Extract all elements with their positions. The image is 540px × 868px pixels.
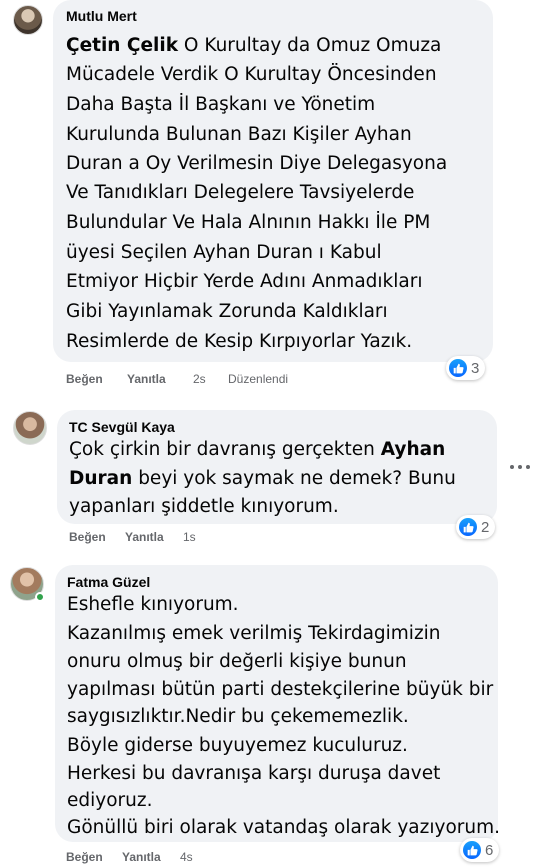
mention-link[interactable]: Ayhan	[381, 439, 446, 460]
comment-text-line: Bulundular Ve Hala Alnının Hakkı İle PM	[66, 212, 431, 233]
comment-text-line: Mücadele Verdik O Kurultay Öncesinden	[66, 64, 437, 85]
like-reaction-icon	[463, 841, 481, 859]
reply-button[interactable]: Yanıtla	[127, 372, 166, 386]
comment-author[interactable]: TC Sevgül Kaya	[69, 419, 175, 435]
comment-text-line: Duran a Oy Verilmesin Diye Delegasyona	[66, 153, 448, 174]
comment-text-line: Çok çirkin bir davranış gerçekten Ayhan	[69, 439, 446, 460]
mention-link[interactable]: Çetin Çelik	[66, 35, 178, 56]
comment-text-line: Eshefle kınıyorum.	[67, 594, 239, 615]
comment-text-line: Gibi Yayınlamak Zorunda Kaldıkları	[66, 301, 388, 322]
more-options-icon[interactable]	[510, 462, 530, 472]
like-button[interactable]: Beğen	[66, 372, 103, 386]
comment-text-line: Ve Tanıdıkları Delegelere Tavsiyelerde	[66, 182, 415, 203]
comment-timestamp[interactable]: 2s	[193, 372, 206, 386]
like-button[interactable]: Beğen	[69, 530, 106, 544]
comment-timestamp[interactable]: 4s	[180, 850, 193, 864]
comment-text-line: Kazanılmış emek verilmiş Tekirdagimizin	[67, 623, 441, 644]
comment-text-line: Herkesi bu davranışa karşı duruşa davet	[67, 763, 441, 784]
comment-text-line: Çetin Çelik O Kurultay da Omuz Omuza	[66, 35, 442, 56]
comment-actions: Beğen Yanıtla 4s	[0, 850, 540, 866]
reaction-count: 6	[485, 841, 494, 859]
comment-author[interactable]: Fatma Güzel	[67, 574, 150, 590]
online-status-icon	[35, 592, 45, 602]
comment-text-line: saygısızlıktır.Nedir bu çekememezlik.	[67, 706, 409, 727]
reaction-summary[interactable]: 3	[446, 356, 486, 380]
reaction-summary[interactable]: 2	[456, 515, 496, 539]
like-reaction-icon	[449, 359, 467, 377]
avatar[interactable]	[13, 5, 43, 35]
comment-text-line: üyesi Seçilen Ayhan Duran ı Kabul	[66, 242, 382, 263]
like-reaction-icon	[459, 518, 477, 536]
reaction-count: 2	[481, 518, 490, 536]
comment-text-line: yapılması bütün parti destekçilerine büy…	[67, 679, 494, 700]
comment-text-line: Duran beyi yok saymak ne demek? Bunu	[69, 468, 456, 489]
comment-text-line: Resimlerde de Kesip Kırpıyorlar Yazık.	[66, 331, 413, 352]
comment-text-line: Daha Başta İl Başkanı ve Yönetim	[66, 94, 376, 115]
reaction-count: 3	[471, 359, 480, 377]
comment-timestamp[interactable]: 1s	[183, 530, 196, 544]
like-button[interactable]: Beğen	[66, 850, 103, 864]
comment-text-line: Böyle giderse buyuyemez kuculuruz.	[67, 735, 408, 756]
comment-text-line: ediyoruz.	[67, 790, 153, 811]
comment-text-line: onuru olmuş bir değerli kişiye bunun	[67, 651, 407, 672]
comment-author[interactable]: Mutlu Mert	[66, 8, 137, 24]
reaction-summary[interactable]: 6	[460, 838, 500, 862]
comment-text-line: yapanları şiddetle kınıyorum.	[69, 496, 339, 517]
comment-text-line: Kurulunda Bulunan Bazı Kişiler Ayhan	[66, 124, 412, 145]
reply-button[interactable]: Yanıtla	[122, 850, 161, 864]
comment-text-line: Etmiyor Hiçbir Yerde Adını Anmadıkları	[66, 271, 423, 292]
comment-text-line: Gönüllü biri olarak vatandaş olarak yazı…	[67, 817, 500, 838]
avatar[interactable]	[13, 411, 47, 445]
mention-link[interactable]: Duran	[69, 468, 132, 489]
reply-button[interactable]: Yanıtla	[125, 530, 164, 544]
edited-label[interactable]: Düzenlendi	[228, 372, 288, 386]
